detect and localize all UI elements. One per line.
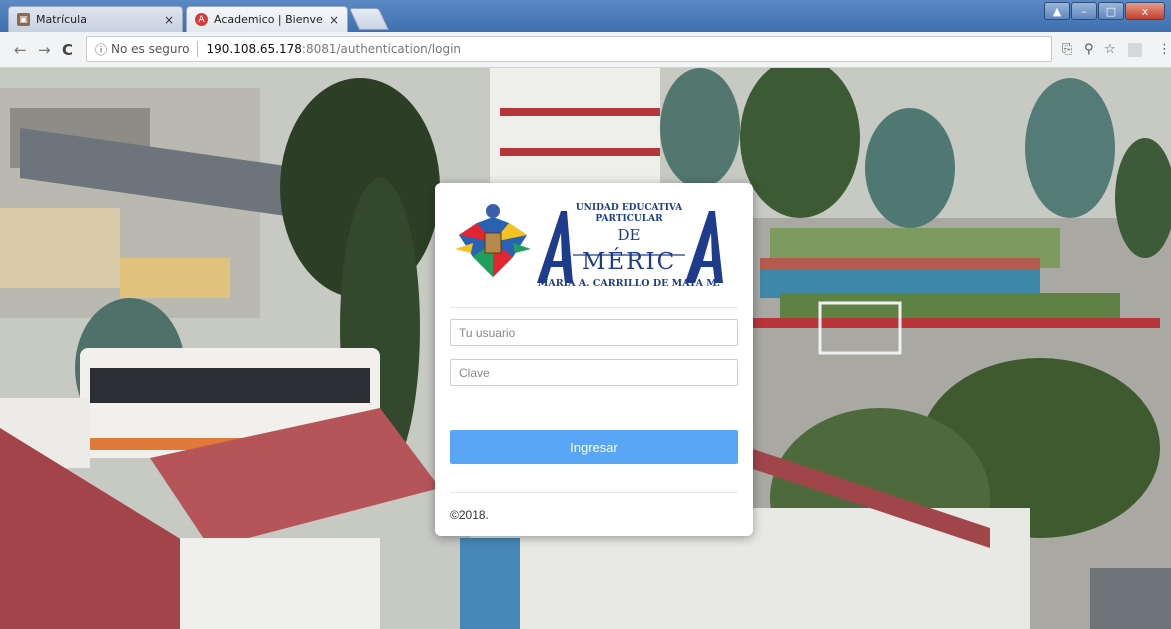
extension-icon[interactable] (1128, 43, 1142, 57)
tab-academico[interactable]: A Academico | Bienvenido × (186, 6, 348, 32)
school-favicon-icon: ▣ (17, 13, 30, 26)
password-input[interactable] (450, 359, 738, 386)
footer-divider (450, 492, 738, 493)
maximize-button[interactable]: □ (1098, 2, 1124, 20)
forward-arrow-icon[interactable]: → (38, 41, 51, 59)
logo-line-3: DE (618, 226, 641, 244)
url-host: 190.108.65.178 (206, 42, 302, 56)
school-logo: UNIDAD EDUCATIVA PARTICULAR DE MÉRIC MAR… (455, 203, 723, 289)
zoom-icon[interactable]: ⚲ (1084, 42, 1094, 57)
logo-line-4: MÉRIC (582, 248, 676, 275)
back-arrow-icon[interactable]: ← (14, 41, 27, 59)
translate-icon[interactable]: ⎘ (1062, 42, 1072, 57)
login-card: UNIDAD EDUCATIVA PARTICULAR DE MÉRIC MAR… (435, 183, 753, 536)
new-tab-button[interactable] (348, 8, 390, 30)
logo-line-5: MARÍA A. CARRILLO DE MATA M. (538, 277, 720, 289)
info-icon[interactable]: ⓘ (95, 41, 107, 58)
angular-favicon-icon: A (195, 13, 208, 26)
restore-icon[interactable]: ▲ (1044, 2, 1070, 20)
coat-of-arms-icon (455, 204, 531, 277)
logo-line-1: UNIDAD EDUCATIVA (576, 203, 683, 213)
security-label: No es seguro (111, 42, 190, 56)
tab-close-icon[interactable]: × (164, 13, 174, 27)
tab-matricula[interactable]: ▣ Matrícula × (8, 6, 183, 32)
minimize-button[interactable]: – (1071, 2, 1097, 20)
tab-close-icon[interactable]: × (329, 13, 339, 27)
address-bar[interactable]: ⓘ No es seguro 190.108.65.178 :8081/auth… (86, 36, 1052, 62)
logo-line-2: PARTICULAR (595, 214, 663, 224)
tab-title: Matrícula (36, 13, 87, 26)
bookmark-star-icon[interactable]: ☆ (1104, 42, 1116, 57)
address-separator (197, 41, 199, 57)
browser-toolbar: ← → C ⓘ No es seguro 190.108.65.178 :808… (0, 32, 1171, 68)
copyright-text: ©2018. (450, 508, 489, 522)
logo-divider (450, 307, 738, 308)
window-controls: ▲ – □ x (1044, 2, 1165, 20)
url-path: :8081/authentication/login (301, 42, 462, 56)
menu-dots-icon[interactable]: ⋮ (1158, 42, 1171, 57)
login-page: UNIDAD EDUCATIVA PARTICULAR DE MÉRIC MAR… (0, 68, 1171, 629)
browser-titlebar: ▣ Matrícula × A Academico | Bienvenido ×… (0, 0, 1171, 32)
close-window-button[interactable]: x (1125, 2, 1165, 20)
username-input[interactable] (450, 319, 738, 346)
login-button[interactable]: Ingresar (450, 430, 738, 464)
reload-icon[interactable]: C (62, 41, 73, 59)
tab-title: Academico | Bienvenido (214, 13, 323, 26)
